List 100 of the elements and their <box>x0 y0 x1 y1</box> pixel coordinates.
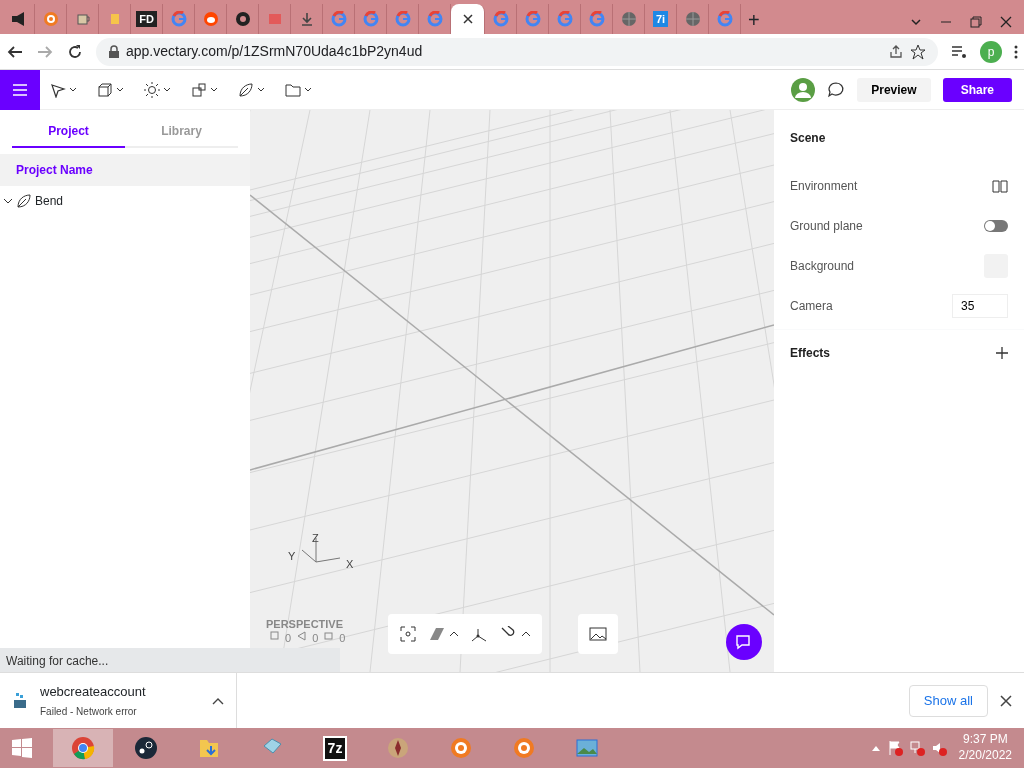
star-icon[interactable] <box>910 43 926 60</box>
close-icon[interactable] <box>1000 16 1012 28</box>
caret-icon <box>304 86 312 93</box>
flag-icon[interactable] <box>886 740 903 756</box>
property-label: Background <box>790 258 855 275</box>
book-icon[interactable] <box>992 179 1008 193</box>
user-avatar[interactable] <box>791 77 816 102</box>
cube-icon <box>97 81 113 98</box>
count-value: 0 <box>285 631 292 645</box>
share-icon[interactable] <box>888 43 904 60</box>
render-button[interactable] <box>578 614 618 654</box>
ring-logo-icon <box>449 736 473 760</box>
leaf-icon <box>238 81 254 98</box>
globe-icon <box>620 11 637 27</box>
google-icon <box>170 11 187 27</box>
steam-icon <box>134 736 158 760</box>
favicon-text: FD <box>136 10 157 28</box>
caret-icon <box>69 86 77 93</box>
start-icon[interactable] <box>10 736 34 760</box>
new-tab-button[interactable]: + <box>747 9 761 31</box>
reload-icon[interactable] <box>66 42 84 61</box>
more-icon[interactable] <box>1014 43 1018 60</box>
clock-date: 2/20/2022 <box>958 748 1012 764</box>
speaker-icon <box>10 11 27 27</box>
panel-heading: Effects <box>790 345 830 362</box>
add-icon[interactable] <box>996 347 1008 359</box>
download-status: Failed - Network error <box>40 705 138 720</box>
google-icon <box>330 11 347 27</box>
focus-icon[interactable] <box>400 626 416 642</box>
material-toggle-icon[interactable] <box>428 626 458 642</box>
google-icon <box>716 11 733 27</box>
taskbar-app[interactable] <box>53 729 113 767</box>
ring-logo-icon <box>512 736 536 760</box>
taskbar-app[interactable]: 7z <box>305 729 365 767</box>
panel-heading: Scene <box>789 130 827 147</box>
google-icon <box>426 11 443 27</box>
google-icon <box>362 11 379 27</box>
tray-expand-icon[interactable] <box>870 744 881 752</box>
show-all-button[interactable]: Show all <box>908 684 988 717</box>
image-icon <box>589 627 607 641</box>
clock-time: 9:37 PM <box>961 732 1009 748</box>
restore-icon[interactable] <box>970 16 982 28</box>
compass-icon <box>386 736 410 760</box>
project-name: Project Name <box>0 154 250 186</box>
status-text: Waiting for cache... <box>0 648 340 672</box>
address-field[interactable]: app.vectary.com/p/1ZSrmN70Uda4c1bP2yn4ud <box>96 37 938 66</box>
google-icon <box>492 11 509 27</box>
cup-icon <box>74 11 91 27</box>
leaf-icon <box>16 193 32 209</box>
file-icon <box>12 691 28 710</box>
gizmo-icon[interactable] <box>470 626 488 642</box>
google-icon <box>524 11 541 27</box>
chevron-down-icon[interactable] <box>3 196 13 206</box>
globe-icon <box>684 11 701 27</box>
caret-icon <box>257 86 265 93</box>
axis-label: Z <box>312 531 319 546</box>
menu-button[interactable] <box>0 69 40 110</box>
google-icon <box>556 11 573 27</box>
chat-button[interactable] <box>726 624 762 660</box>
comment-icon[interactable] <box>827 80 846 99</box>
toggle-switch[interactable] <box>984 220 1008 232</box>
caret-icon <box>116 86 124 93</box>
close-icon[interactable] <box>1000 694 1012 707</box>
panel-tab[interactable]: Project <box>12 116 125 148</box>
axis-label: Y <box>288 549 296 564</box>
property-label: Camera <box>790 298 833 315</box>
point-count-icon <box>270 631 279 641</box>
pointer-icon <box>50 81 66 98</box>
face-count-icon <box>324 631 334 641</box>
preview-button[interactable]: Preview <box>857 77 931 102</box>
chrome-icon <box>71 736 95 760</box>
caret-icon[interactable] <box>212 696 224 705</box>
share-button[interactable]: Share <box>942 77 1012 102</box>
property-label: Environment <box>790 178 858 195</box>
google-icon <box>588 11 605 27</box>
property-label: Ground plane <box>790 218 863 235</box>
file-name: webcreateaccount <box>40 682 147 701</box>
folder-icon <box>285 81 301 98</box>
tab-search-icon[interactable] <box>910 16 922 28</box>
speaker-icon[interactable] <box>930 740 947 756</box>
count-value: 0 <box>312 631 319 645</box>
caret-icon <box>210 86 218 93</box>
menu-icon <box>12 82 28 97</box>
axis-label: X <box>346 557 354 572</box>
favicon-text: 7i <box>652 10 669 28</box>
network-icon[interactable] <box>908 740 925 756</box>
count-value: 0 <box>339 631 346 645</box>
reddit-icon <box>202 11 219 27</box>
caret-icon <box>163 86 171 93</box>
ring-logo-icon <box>42 11 59 27</box>
picture-icon <box>575 736 599 760</box>
square-icon <box>266 11 283 27</box>
shapes-icon <box>191 81 207 98</box>
chat-icon <box>735 634 753 650</box>
number-field[interactable]: 35 <box>952 294 1008 318</box>
lock-icon <box>108 44 120 59</box>
google-icon <box>394 11 411 27</box>
active-browser-tab[interactable] <box>451 4 485 34</box>
sun-icon <box>144 81 160 98</box>
tree-item[interactable]: Bend <box>0 186 250 216</box>
